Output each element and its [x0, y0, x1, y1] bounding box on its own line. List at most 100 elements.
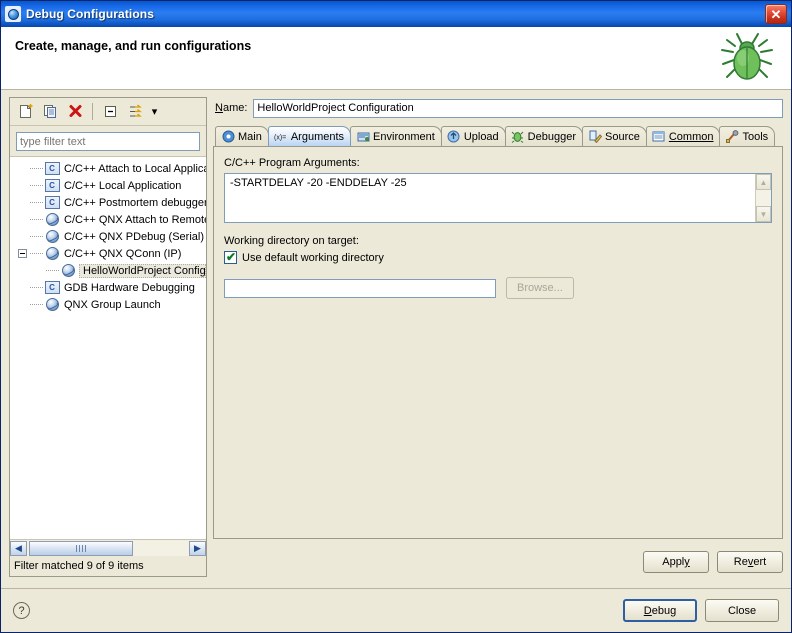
tree-item-c-local-application[interactable]: C C/C++ Local Application [10, 177, 206, 194]
use-default-working-directory-row[interactable]: ✔ Use default working directory [224, 251, 772, 264]
tab-environment[interactable]: Environment [350, 126, 442, 146]
c-config-icon: C [43, 179, 61, 192]
c-config-icon: C [43, 162, 61, 175]
c-config-icon: C [43, 281, 61, 294]
tab-main[interactable]: Main [215, 126, 269, 146]
debugger-bug-icon [511, 130, 525, 144]
scroll-track[interactable] [27, 541, 189, 556]
tree-item-qnx-qconn-ip[interactable]: C/C++ QNX QConn (IP) [10, 245, 206, 262]
check-icon: ✔ [226, 251, 236, 264]
debug-button[interactable]: Debug [623, 599, 697, 622]
arguments-vertical-scrollbar[interactable]: ▲ ▼ [755, 174, 771, 222]
footer-buttons: Debug Close [623, 599, 779, 622]
tab-label: Upload [464, 131, 499, 143]
tree-item-label: HelloWorldProject Configu [79, 264, 206, 278]
working-directory-label: Working directory on target: [224, 235, 772, 247]
program-arguments-value[interactable]: -STARTDELAY -20 -ENDDELAY -25 [225, 174, 771, 192]
svg-text:(x)=: (x)= [274, 134, 286, 141]
tab-tools[interactable]: Tools [719, 126, 775, 146]
scroll-left-button[interactable]: ◀ [10, 541, 27, 556]
tree-item-qnx-attach-remote[interactable]: C/C++ QNX Attach to Remote [10, 211, 206, 228]
debug-label-mnemonic: D [644, 605, 652, 617]
collapse-node-toggle[interactable] [14, 249, 30, 258]
tree-item-label: C/C++ QNX PDebug (Serial) [61, 231, 204, 243]
scroll-down-button[interactable]: ▼ [756, 206, 771, 222]
tab-upload[interactable]: Upload [441, 126, 506, 146]
revert-label-suffix: ert [753, 556, 766, 568]
configuration-tabs: Main (x)= Arguments Environment [213, 125, 783, 146]
tab-label: Debugger [528, 131, 576, 143]
qnx-config-icon [43, 213, 61, 227]
working-directory-input[interactable] [224, 279, 496, 298]
tree-item-qnx-group-launch[interactable]: QNX Group Launch [10, 296, 206, 313]
name-field-label: Name: [215, 102, 247, 114]
revert-button[interactable]: Revert [717, 551, 783, 573]
tab-label: Source [605, 131, 640, 143]
configurations-toolbar: ▾ [10, 98, 206, 126]
configuration-name-input[interactable] [253, 99, 783, 118]
chevron-down-icon[interactable]: ▾ [149, 101, 160, 122]
configurations-panel: ▾ C C/C++ Attach to Local Applica C C/C+… [9, 97, 207, 577]
arguments-xeq-icon: (x)= [274, 130, 288, 144]
configurations-tree[interactable]: C C/C++ Attach to Local Applica C C/C++ … [10, 156, 206, 539]
tree-item-label: C/C++ Attach to Local Applica [61, 163, 206, 175]
tab-label: Tools [742, 131, 768, 143]
common-list-icon [652, 130, 666, 144]
new-configuration-button[interactable] [14, 101, 36, 122]
program-arguments-field[interactable]: -STARTDELAY -20 -ENDDELAY -25 ▲ ▼ [224, 173, 772, 223]
help-icon[interactable]: ? [13, 602, 30, 619]
tree-item-qnx-pdebug-serial[interactable]: C/C++ QNX PDebug (Serial) [10, 228, 206, 245]
configuration-details-panel: Name: Main (x)= Arguments [213, 97, 783, 577]
main-target-icon [221, 130, 235, 144]
tools-icon [725, 130, 739, 144]
tab-common[interactable]: Common [646, 126, 721, 146]
tree-item-helloworldproject-configuration[interactable]: HelloWorldProject Configu [10, 262, 206, 279]
toolbar-separator [92, 103, 93, 120]
working-directory-row: Browse... [224, 277, 772, 299]
tree-item-label: GDB Hardware Debugging [61, 282, 195, 294]
tree-item-c-attach-local[interactable]: C C/C++ Attach to Local Applica [10, 160, 206, 177]
filter-field-wrapper [10, 126, 206, 156]
tree-horizontal-scrollbar[interactable]: ◀ ▶ [10, 539, 206, 556]
tab-label: Main [238, 131, 262, 143]
environment-icon [356, 130, 370, 144]
close-window-button[interactable]: ✕ [765, 4, 787, 24]
collapse-all-button[interactable] [99, 101, 121, 122]
use-default-working-directory-checkbox[interactable]: ✔ [224, 251, 237, 264]
page-title: Create, manage, and run configurations [15, 39, 791, 53]
tab-source[interactable]: Source [582, 126, 647, 146]
use-default-working-directory-label: Use default working directory [242, 252, 384, 264]
red-x-delete-icon[interactable] [64, 101, 86, 122]
scroll-thumb[interactable] [29, 541, 133, 556]
qnx-config-icon [59, 264, 77, 278]
name-field-row: Name: [213, 97, 783, 119]
title-bar: Debug Configurations ✕ [1, 1, 791, 27]
scroll-right-button[interactable]: ▶ [189, 541, 206, 556]
close-button[interactable]: Close [705, 599, 779, 622]
name-label-mnemonic: N [215, 102, 223, 114]
dialog-footer: ? Debug Close [1, 588, 791, 632]
tab-arguments[interactable]: (x)= Arguments [268, 126, 351, 146]
tree-item-gdb-hardware-debugging[interactable]: C GDB Hardware Debugging [10, 279, 206, 296]
debug-ball-icon [5, 6, 21, 22]
filter-arrow-icon[interactable] [124, 101, 146, 122]
apply-button[interactable]: Apply [643, 551, 709, 573]
search-input[interactable] [16, 132, 200, 151]
debug-label-rest: ebug [652, 605, 676, 617]
duplicate-configuration-button[interactable] [39, 101, 61, 122]
tab-debugger[interactable]: Debugger [505, 126, 583, 146]
scroll-up-button[interactable]: ▲ [756, 174, 771, 190]
debug-configurations-dialog: Debug Configurations ✕ Create, manage, a… [0, 0, 792, 633]
tree-item-label: C/C++ Postmortem debugger [61, 197, 206, 209]
browse-button[interactable]: Browse... [506, 277, 574, 299]
qnx-config-icon [43, 247, 61, 261]
tab-label: Common [669, 131, 714, 143]
arguments-tab-panel: C/C++ Program Arguments: -STARTDELAY -20… [213, 146, 783, 539]
window-title: Debug Configurations [26, 7, 765, 21]
tree-item-c-postmortem-debugger[interactable]: C C/C++ Postmortem debugger [10, 194, 206, 211]
green-bug-icon [717, 32, 777, 88]
dialog-body: ▾ C C/C++ Attach to Local Applica C C/C+… [1, 90, 791, 588]
name-label-rest: ame: [223, 102, 247, 114]
tree-item-label: C/C++ QNX QConn (IP) [61, 248, 181, 260]
revert-label-prefix: Re [734, 556, 748, 568]
